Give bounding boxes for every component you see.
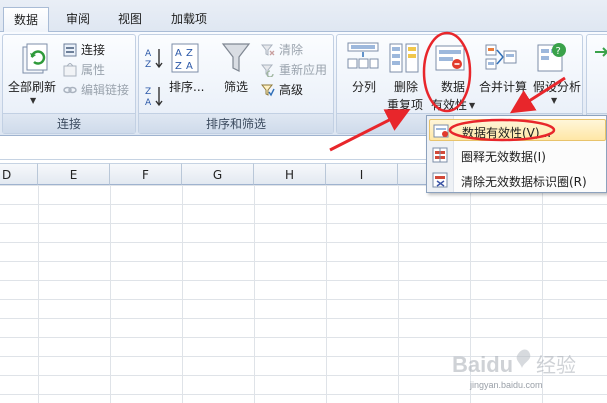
- grid-column-line: [398, 185, 399, 403]
- svg-text:Z: Z: [145, 60, 151, 69]
- consolidate-button[interactable]: 合并计算: [479, 80, 527, 94]
- menu-item-circle-invalid[interactable]: 圈释无效数据(I): [429, 144, 606, 166]
- data-validation-icon[interactable]: [435, 43, 465, 73]
- watermark-url: jingyan.baidu.com: [470, 380, 543, 390]
- grid-column-line: [254, 185, 255, 403]
- properties-button[interactable]: 属性: [81, 63, 105, 77]
- grid-column-line: [110, 185, 111, 403]
- column-header-d[interactable]: D: [0, 163, 38, 185]
- column-header-f[interactable]: F: [110, 163, 182, 185]
- svg-text:A: A: [175, 48, 182, 59]
- what-if-analysis-icon[interactable]: ?: [537, 41, 567, 73]
- clear-filter-icon: [261, 44, 275, 56]
- refresh-all-label[interactable]: 全部刷新: [8, 80, 56, 94]
- reapply-button[interactable]: 重新应用: [279, 63, 327, 77]
- data-validation-menu: 数据有效性(V)... 圈释无效数据(I) 清除无效数据标识圈(R): [426, 115, 607, 193]
- sort-dialog-icon[interactable]: A Z Z A: [171, 43, 199, 73]
- menu-item-clear-circles[interactable]: 清除无效数据标识圈(R): [429, 169, 606, 191]
- svg-text:经验: 经验: [536, 353, 576, 377]
- grid-column-line: [326, 185, 327, 403]
- what-if-analysis-button[interactable]: 假设分析: [533, 80, 581, 94]
- menu-item-label: 清除无效数据标识圈(R): [461, 175, 587, 189]
- column-header-i[interactable]: I: [326, 163, 398, 185]
- remove-duplicates-icon[interactable]: [389, 43, 419, 73]
- svg-text:A: A: [145, 49, 152, 59]
- group-connections: 全部刷新 ▼ 连接 属性 编辑链接 连接: [2, 34, 136, 134]
- refresh-all-icon[interactable]: [21, 43, 49, 77]
- group-arrow-icon[interactable]: [593, 43, 607, 61]
- data-validation-icon: [433, 124, 449, 138]
- consolidate-icon[interactable]: [485, 43, 517, 73]
- svg-text:?: ?: [556, 46, 561, 57]
- chevron-down-icon[interactable]: ▼: [469, 101, 475, 110]
- group-sort-filter: A Z Z A A Z Z A 排序... 筛选 清除 重新应用 高级 排序和筛…: [138, 34, 334, 134]
- text-to-columns-button[interactable]: 分列: [352, 80, 376, 94]
- svg-text:Z: Z: [175, 61, 182, 72]
- chevron-down-icon[interactable]: ▼: [30, 96, 36, 105]
- filter-button[interactable]: 筛选: [224, 80, 248, 94]
- tab-data[interactable]: 数据: [3, 7, 49, 33]
- column-header-g[interactable]: G: [182, 163, 254, 185]
- menu-item-label: 数据有效性(V)...: [462, 126, 552, 140]
- remove-duplicates-label-2[interactable]: 重复项: [387, 98, 423, 112]
- tab-review[interactable]: 审阅: [55, 7, 101, 32]
- circle-invalid-icon: [432, 147, 448, 163]
- connections-icon: [63, 43, 77, 57]
- group-connections-label: 连接: [3, 113, 135, 133]
- sort-descending-icon[interactable]: Z A: [145, 85, 165, 107]
- sort-ascending-icon[interactable]: A Z: [145, 47, 165, 69]
- grid-column-line: [38, 185, 39, 403]
- svg-text:Z: Z: [145, 87, 151, 97]
- ribbon-tab-strip: 数据 审阅 视图 加载项: [0, 0, 607, 33]
- sort-button[interactable]: 排序...: [169, 80, 204, 94]
- data-validation-label-1[interactable]: 数据: [441, 80, 465, 94]
- svg-text:Z: Z: [186, 48, 193, 59]
- clear-circles-icon: [432, 172, 448, 188]
- svg-text:Baidu: Baidu: [452, 352, 513, 377]
- column-header-e[interactable]: E: [38, 163, 110, 185]
- remove-duplicates-label-1[interactable]: 删除: [394, 80, 418, 94]
- column-header-h[interactable]: H: [254, 163, 326, 185]
- svg-text:A: A: [186, 61, 193, 72]
- edit-links-icon: [63, 86, 77, 94]
- grid-column-line: [182, 185, 183, 403]
- advanced-button[interactable]: 高级: [279, 83, 303, 97]
- filter-funnel-icon[interactable]: [221, 41, 251, 75]
- edit-links-button[interactable]: 编辑链接: [81, 83, 129, 97]
- advanced-filter-icon: [261, 84, 275, 97]
- clear-button[interactable]: 清除: [279, 43, 303, 57]
- svg-text:A: A: [145, 98, 152, 107]
- group-sort-filter-label: 排序和筛选: [139, 113, 333, 133]
- data-validation-label-2[interactable]: 有效性: [431, 98, 467, 112]
- menu-item-label: 圈释无效数据(I): [461, 150, 546, 164]
- tab-addins[interactable]: 加载项: [160, 7, 218, 32]
- tab-view[interactable]: 视图: [107, 7, 153, 32]
- properties-icon: [63, 63, 77, 77]
- chevron-down-icon[interactable]: ▼: [551, 96, 557, 105]
- reapply-icon: [261, 64, 274, 77]
- connections-button[interactable]: 连接: [81, 43, 105, 57]
- menu-item-data-validation[interactable]: 数据有效性(V)...: [429, 119, 606, 141]
- text-to-columns-icon[interactable]: [347, 41, 379, 71]
